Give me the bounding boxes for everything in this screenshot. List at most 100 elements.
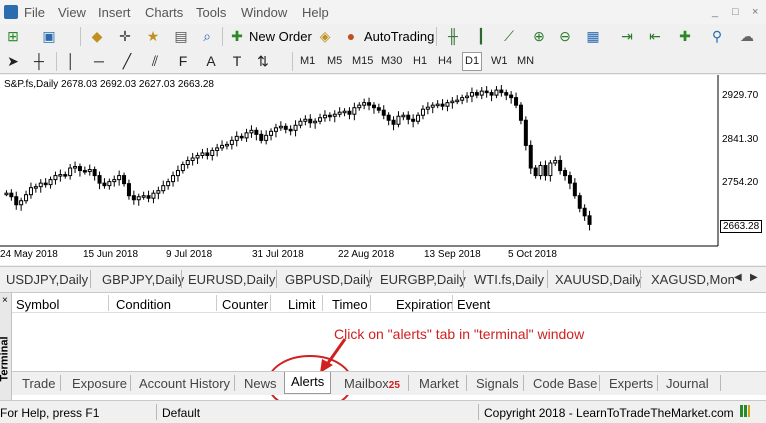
tab-signals[interactable]: Signals [476,376,519,391]
candle-body [416,114,421,122]
candle-body [175,170,180,177]
close-button[interactable]: × [752,6,758,18]
strategy-tester-icon[interactable]: ⌕ [198,27,216,45]
timeframe-m5[interactable]: M5 [327,55,342,67]
menu-charts[interactable]: Charts [145,5,183,20]
chart-tab[interactable]: XAGUSD,Mon [651,272,735,287]
status-help-text: For Help, press F1 [0,406,100,420]
new-chart-icon[interactable]: ⊞ [4,27,22,45]
tab-market[interactable]: Market [419,376,459,391]
timeframe-h1[interactable]: H1 [413,55,427,67]
chart-tab[interactable]: EURGBP,Daily [380,272,466,287]
line-chart-icon[interactable]: ⟋ [500,27,518,45]
tab-code-base[interactable]: Code Base [533,376,597,391]
tab-mailbox[interactable]: Mailbox25 [344,376,400,391]
candlestick-icon[interactable]: ┃ [472,27,490,45]
crosshair-icon[interactable]: ┼ [30,52,48,70]
candle-body [19,200,24,206]
new-order-button[interactable]: New Order [249,29,312,44]
new-order-icon[interactable]: ✚ [228,27,246,45]
candle-body [504,92,509,96]
candle-body [465,95,470,99]
toolbar-separator [436,27,437,46]
autoscroll-icon[interactable]: ⇥ [618,27,636,45]
menu-view[interactable]: View [58,5,86,20]
chat-icon[interactable]: ☁ [738,27,756,45]
profiles-icon[interactable]: ▣ [40,27,58,45]
horizontal-line-icon[interactable]: ─ [90,52,108,70]
market-watch-icon[interactable]: ◆ [88,27,106,45]
candle-body [102,182,107,187]
tab-trade[interactable]: Trade [22,376,55,391]
menu-file[interactable]: File [24,5,45,20]
app-icon[interactable] [4,5,18,19]
connection-status-icon[interactable] [740,405,750,417]
tab-journal[interactable]: Journal [666,376,709,391]
arrows-icon[interactable]: ⇅ [254,52,272,70]
scroll-left-icon[interactable]: ◀ [734,272,742,283]
chart-tab[interactable]: GBPJPY,Daily [102,272,184,287]
text-icon[interactable]: A [202,52,220,70]
line-studies-toolbar: ➤ ┼ │ ─ ╱ ⫽ F A T ⇅ M1 M5 M15 M30 H1 H4 … [0,49,766,74]
autotrading-icon[interactable]: ● [342,27,360,45]
tab-experts[interactable]: Experts [609,376,653,391]
candle-body [107,181,112,187]
cursor-icon[interactable]: ➤ [4,52,22,70]
bar-chart-icon[interactable]: ╫ [444,27,462,45]
tab-exposure[interactable]: Exposure [72,376,127,391]
timeframe-m1[interactable]: M1 [300,55,315,67]
menu-help[interactable]: Help [302,5,329,20]
scroll-right-icon[interactable]: ▶ [750,272,758,283]
chart-tab[interactable]: WTI.fs,Daily [474,272,544,287]
timeframe-d1[interactable]: D1 [462,52,483,71]
indicators-icon[interactable]: ✚ [676,27,694,45]
price-chart[interactable]: S&P.fs,Daily 2678.03 2692.03 2627.03 266… [0,75,766,265]
chart-shift-icon[interactable]: ⇤ [646,27,664,45]
menu-tools[interactable]: Tools [196,5,226,20]
candle-body [332,113,337,117]
candle-body [151,192,156,199]
candle-body [224,143,229,147]
chart-tab[interactable]: EURUSD,Daily [188,272,275,287]
search-icon[interactable]: ⚲ [708,27,726,45]
candle-body [411,118,416,122]
fibonacci-icon[interactable]: F [174,52,192,70]
chart-tab[interactable]: USDJPY,Daily [6,272,88,287]
favorites-icon[interactable]: ★ [144,27,162,45]
zoom-in-icon[interactable]: ⊕ [530,27,548,45]
zoom-out-icon[interactable]: ⊖ [556,27,574,45]
terminal-icon[interactable]: ▤ [172,27,190,45]
candle-body [293,124,298,131]
minimize-button[interactable]: _ [712,6,718,18]
candle-body [273,127,278,132]
candle-body [33,186,38,189]
chart-tab[interactable]: GBPUSD,Daily [285,272,372,287]
date-label: 15 Jun 2018 [83,249,139,260]
metaeditor-icon[interactable]: ◈ [316,27,334,45]
tab-separator [463,270,464,288]
menu-window[interactable]: Window [241,5,287,20]
restore-button[interactable]: □ [732,6,739,18]
timeframe-w1[interactable]: W1 [491,55,508,67]
timeframe-mn[interactable]: MN [517,55,534,67]
timeframe-m15[interactable]: M15 [352,55,373,67]
tab-separator [720,375,721,391]
mailbox-count-badge: 25 [388,380,400,391]
timeframe-m30[interactable]: M30 [381,55,402,67]
tab-news[interactable]: News [244,376,277,391]
tile-windows-icon[interactable]: ▦ [584,27,602,45]
crosshair-navigator-icon[interactable]: ✛ [116,27,134,45]
chart-tab[interactable]: XAUUSD,Daily [555,272,642,287]
price-label: 2841.30 [722,134,759,145]
candlestick-chart[interactable] [0,75,766,265]
vertical-line-icon[interactable]: │ [62,52,80,70]
candle-body [249,129,254,134]
channel-icon[interactable]: ⫽ [146,52,164,70]
autotrading-button[interactable]: AutoTrading [364,29,434,44]
tab-account-history[interactable]: Account History [139,376,230,391]
trendline-icon[interactable]: ╱ [118,52,136,70]
text-label-icon[interactable]: T [228,52,246,70]
menu-insert[interactable]: Insert [98,5,131,20]
tab-alerts[interactable]: Alerts [284,372,332,394]
timeframe-h4[interactable]: H4 [438,55,452,67]
